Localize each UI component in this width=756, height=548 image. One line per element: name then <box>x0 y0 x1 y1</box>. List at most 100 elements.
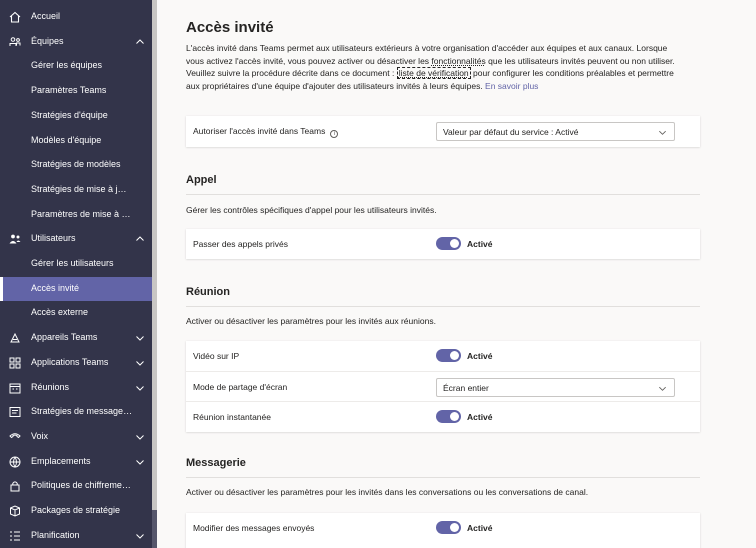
private-calls-row: Passer des appels privés Activé <box>186 229 700 259</box>
chevron-down-icon[interactable] <box>135 358 145 368</box>
sidebar-item-strategies-d-equipe[interactable]: Stratégies d'équipe <box>0 104 157 128</box>
chevron-down-icon[interactable] <box>135 531 145 541</box>
toggle-knob <box>450 523 459 532</box>
sidebar-item-strategies-de-mise-a-jou[interactable]: Stratégies de mise à jou... <box>0 178 157 202</box>
chevron-up-icon[interactable] <box>135 37 145 47</box>
sidebar-item-label: Paramètres de mise à ni... <box>31 208 131 219</box>
sidebar-item-label: Stratégies d'équipe <box>31 109 108 120</box>
toggle-knob <box>450 239 459 248</box>
sidebar-item-label: Applications Teams <box>31 356 109 367</box>
sidebar-item-emplacements[interactable]: Emplacements <box>0 450 157 474</box>
screen-share-select[interactable]: Écran entier <box>436 378 675 397</box>
sidebar-item-reunions[interactable]: Réunions <box>0 376 157 400</box>
sidebar-item-label: Accès invité <box>31 282 80 293</box>
chevron-down-icon[interactable] <box>135 333 145 343</box>
section-appel-heading: Appel <box>186 174 217 186</box>
sidebar-item-label: Accueil <box>31 11 61 21</box>
chevron-down-icon[interactable] <box>135 457 145 467</box>
video-ip-state: Activé <box>467 351 493 361</box>
chevron-up-icon[interactable] <box>135 234 145 244</box>
appel-card: Passer des appels privés Activé <box>186 229 700 259</box>
sidebar-item-parametres-teams[interactable]: Paramètres Teams <box>0 79 157 103</box>
sidebar-item-label: Stratégies de messagerie <box>31 406 133 417</box>
sidebar-item-label: Planification <box>31 529 80 540</box>
sidebar-item-strategies-de-modeles[interactable]: Stratégies de modèles <box>0 153 157 177</box>
screen-share-row: Mode de partage d'écran Écran entier <box>186 371 700 401</box>
section-reunion-heading: Réunion <box>186 286 230 298</box>
globe-icon <box>8 455 22 469</box>
chevron-down-icon <box>659 130 666 135</box>
guest-access-card: Autoriser l'accès invité dans Teams i Val… <box>186 116 700 147</box>
sidebar-item-appareils-teams[interactable]: Appareils Teams <box>0 326 157 350</box>
sidebar-item-politiques-de-chiffremen[interactable]: Politiques de chiffremen... <box>0 474 157 498</box>
private-calls-label: Passer des appels privés <box>193 239 288 249</box>
sidebar-item-label: Gérer les équipes <box>31 60 103 71</box>
sidebar-item-label: Voix <box>31 430 49 441</box>
calendar-icon <box>8 381 22 395</box>
private-calls-toggle[interactable] <box>436 237 461 250</box>
planning-icon <box>8 529 22 543</box>
section-divider <box>186 306 700 307</box>
chevron-down-icon[interactable] <box>135 383 145 393</box>
sidebar-item-accueil[interactable]: Accueil <box>0 5 157 29</box>
video-ip-label: Vidéo sur IP <box>193 351 240 361</box>
sidebar: Accueil Équipes Gérer les équipes Paramètre… <box>0 0 157 548</box>
intro-text: L'accès invité dans Teams permet aux uti… <box>186 42 678 92</box>
private-calls-state: Activé <box>467 239 493 249</box>
voice-icon <box>8 430 22 444</box>
guest-access-select[interactable]: Valeur par défaut du service : Activé <box>436 122 675 141</box>
home-icon <box>8 10 22 24</box>
chevron-down-icon <box>659 386 666 391</box>
sidebar-item-packages-de-strategie[interactable]: Packages de stratégie <box>0 499 157 523</box>
sidebar-item-planification[interactable]: Planification <box>0 524 157 548</box>
page-title: Accès invité <box>186 19 274 36</box>
info-icon[interactable]: i <box>330 130 339 138</box>
sidebar-item-label: Réunions <box>31 381 70 392</box>
lock-icon <box>8 479 22 493</box>
messagerie-card: Modifier des messages envoyés Activé <box>186 513 700 548</box>
messaging-icon <box>8 405 22 419</box>
edit-messages-state: Activé <box>467 523 493 533</box>
users-icon <box>8 232 22 246</box>
devices-icon <box>8 331 22 345</box>
sidebar-item-gerer-les-equipes[interactable]: Gérer les équipes <box>0 54 157 78</box>
guest-access-label: Autoriser l'accès invité dans Teams i <box>193 126 339 138</box>
teams-icon <box>8 35 22 49</box>
sidebar-item-label: Politiques de chiffremen... <box>31 480 133 491</box>
section-divider <box>186 194 700 195</box>
sidebar-item-parametres-de-mise-a-ni[interactable]: Paramètres de mise à ni... <box>0 203 157 227</box>
sidebar-item-equipes[interactable]: Équipes <box>0 30 157 54</box>
section-reunion-description: Activer ou désactiver les paramètres pou… <box>186 316 436 326</box>
sidebar-item-applications-teams[interactable]: Applications Teams <box>0 351 157 375</box>
section-divider <box>186 477 700 478</box>
sidebar-item-acces-externe[interactable]: Accès externe <box>0 301 157 325</box>
sidebar-item-label: Gérer les utilisateurs <box>31 258 114 268</box>
sidebar-item-gerer-les-utilisateurs[interactable]: Gérer les utilisateurs <box>0 252 157 276</box>
toggle-knob <box>450 412 459 421</box>
sidebar-item-voix[interactable]: Voix <box>0 425 157 449</box>
edit-messages-row: Modifier des messages envoyés Activé <box>186 513 700 543</box>
features-link[interactable]: fonctionnalités <box>431 56 485 66</box>
video-ip-toggle[interactable] <box>436 349 461 362</box>
guest-access-label-text: Autoriser l'accès invité dans Teams <box>193 126 326 136</box>
sidebar-item-strategies-de-messagerie[interactable]: Stratégies de messagerie <box>0 400 157 424</box>
edit-messages-toggle[interactable] <box>436 521 461 534</box>
instant-meeting-row: Réunion instantanée Activé <box>186 401 700 431</box>
section-messagerie-description: Activer ou désactiver les paramètres pou… <box>186 487 589 497</box>
sidebar-item-label: Paramètres Teams <box>31 85 107 96</box>
section-appel-description: Gérer les contrôles spécifiques d'appel … <box>186 205 437 215</box>
chevron-down-icon[interactable] <box>135 432 145 442</box>
main-content: Accès invité L'accès invité dans Teams p… <box>157 0 756 548</box>
checklist-link[interactable]: liste de vérification <box>396 67 471 80</box>
instant-meeting-toggle[interactable] <box>436 410 461 423</box>
sidebar-item-label: Accès externe <box>31 307 89 318</box>
screen-share-label: Mode de partage d'écran <box>193 382 288 392</box>
learn-more-link[interactable]: En savoir plus <box>485 81 538 91</box>
sidebar-item-modeles-d-equipe[interactable]: Modèles d'équipe <box>0 129 157 153</box>
instant-meeting-label: Réunion instantanée <box>193 412 271 422</box>
guest-access-select-value: Valeur par défaut du service : Activé <box>443 127 579 137</box>
section-messagerie-heading: Messagerie <box>186 457 246 469</box>
sidebar-item-utilisateurs[interactable]: Utilisateurs <box>0 227 157 251</box>
sidebar-item-acces-invite[interactable]: Accès invité <box>0 276 157 301</box>
sidebar-item-label: Stratégies de mise à jou... <box>31 183 131 194</box>
